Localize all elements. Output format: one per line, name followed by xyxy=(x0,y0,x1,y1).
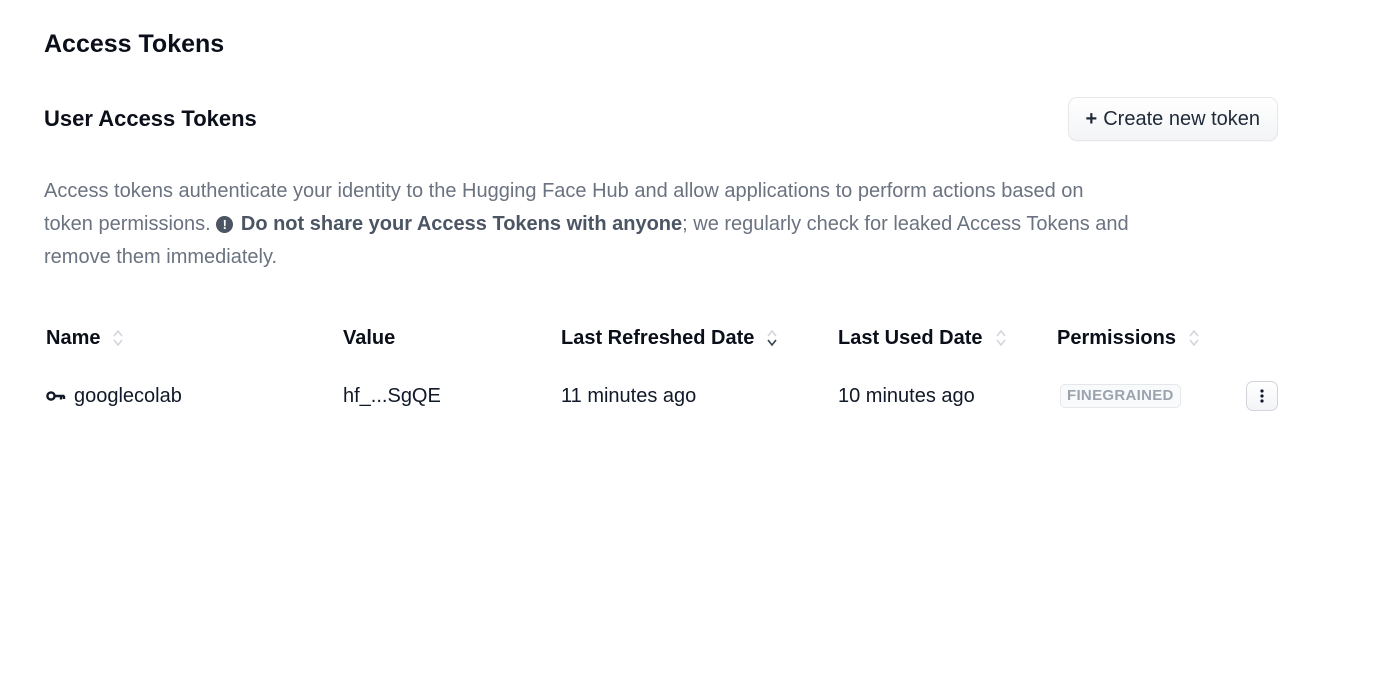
key-icon xyxy=(46,389,66,403)
tokens-description: Access tokens authenticate your identity… xyxy=(44,175,1134,274)
sort-icon xyxy=(1188,328,1200,348)
column-label-name: Name xyxy=(46,326,101,349)
section-title: User Access Tokens xyxy=(44,106,257,131)
column-header-last-refreshed[interactable]: Last Refreshed Date xyxy=(561,312,778,364)
token-name: googlecolab xyxy=(74,384,182,407)
access-tokens-page: Access Tokens User Access Tokens + Creat… xyxy=(0,0,1376,697)
token-actions-cell xyxy=(1246,364,1278,428)
token-value: hf_...SgQE xyxy=(343,384,441,407)
page-title: Access Tokens xyxy=(44,30,225,58)
column-header-name[interactable]: Name xyxy=(46,312,124,364)
column-label-permissions: Permissions xyxy=(1057,326,1176,349)
column-label-last-refreshed: Last Refreshed Date xyxy=(561,326,755,349)
warning-emphasis: Access Tokens xyxy=(416,213,561,235)
token-last-refreshed: 11 minutes ago xyxy=(561,384,697,407)
warning-suffix: with anyone xyxy=(566,213,683,235)
sort-descending-icon xyxy=(766,328,778,348)
column-label-value: Value xyxy=(343,326,396,349)
token-last-refreshed-cell: 11 minutes ago xyxy=(561,364,696,428)
plus-icon: + xyxy=(1085,108,1098,130)
table-row: googlecolab hf_...SgQE 11 minutes ago 10… xyxy=(44,364,1280,428)
token-name-cell: googlecolab xyxy=(46,364,182,428)
more-vertical-icon xyxy=(1260,389,1264,403)
column-header-value: Value xyxy=(343,312,395,364)
token-value-cell: hf_...SgQE xyxy=(343,364,441,428)
permissions-badge: FINEGRAINED xyxy=(1060,384,1181,408)
warning-text: Do not share your Access Tokens with any… xyxy=(241,213,682,235)
token-last-used-cell: 10 minutes ago xyxy=(838,364,975,428)
create-new-token-label: Create new token xyxy=(1103,107,1260,130)
user-tokens-section-header: User Access Tokens + Create new token xyxy=(44,96,1278,142)
token-actions-button[interactable] xyxy=(1246,381,1278,411)
column-header-last-used[interactable]: Last Used Date xyxy=(838,312,1007,364)
sort-icon xyxy=(112,328,124,348)
column-header-permissions[interactable]: Permissions xyxy=(1057,312,1200,364)
create-new-token-button[interactable]: + Create new token xyxy=(1067,97,1278,141)
column-label-last-used: Last Used Date xyxy=(838,326,983,349)
table-header-row: Name Value Last Refreshed Date Last Used… xyxy=(44,312,1280,364)
exclamation-circle-icon: ! xyxy=(216,216,234,233)
warning-prefix: Do not share your xyxy=(240,213,413,235)
token-last-used: 10 minutes ago xyxy=(838,384,975,407)
sort-icon xyxy=(995,328,1007,348)
tokens-table: Name Value Last Refreshed Date Last Used… xyxy=(44,312,1280,428)
token-permissions-cell: FINEGRAINED xyxy=(1057,364,1181,428)
